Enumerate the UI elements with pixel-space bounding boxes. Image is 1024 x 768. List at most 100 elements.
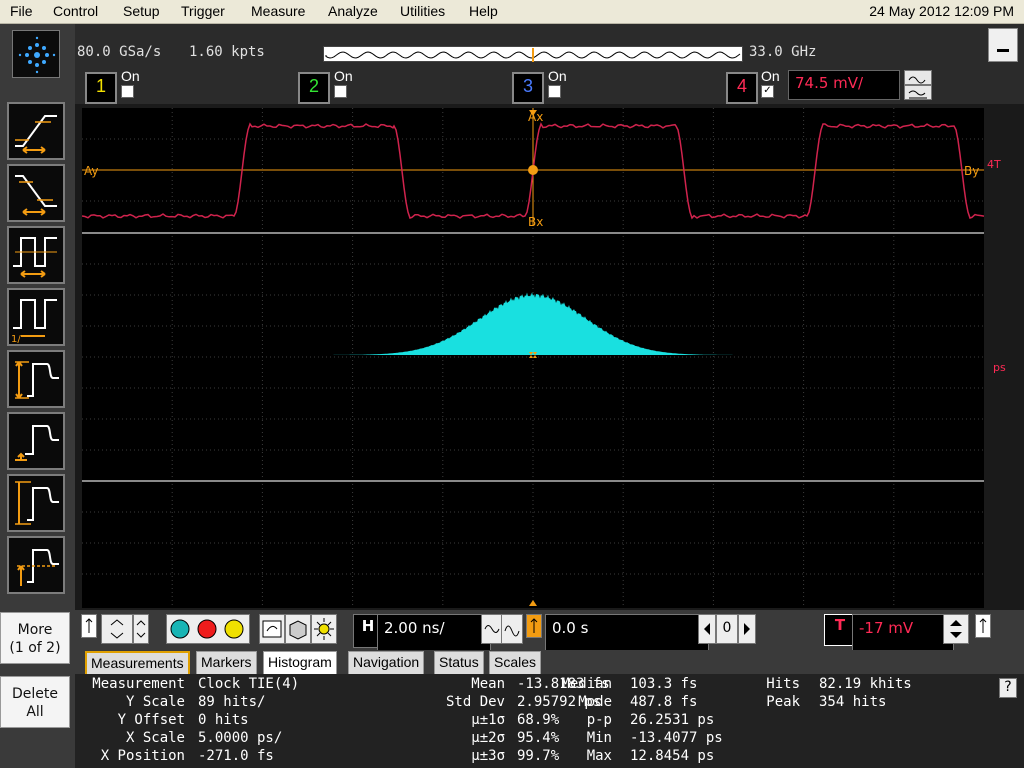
sigma2-key: μ±2σ bbox=[471, 730, 505, 746]
channel-4-button[interactable]: 4 bbox=[726, 72, 758, 104]
cyan-color-button[interactable] bbox=[170, 619, 190, 639]
delete-label: Delete bbox=[12, 686, 58, 702]
delay-left-button[interactable] bbox=[698, 614, 716, 644]
timebase-control-row: H 2.00 ns/ 0.0 s 0 T -17 mV bbox=[75, 610, 1024, 652]
measurement-value: Clock TIE(4) bbox=[198, 676, 300, 692]
max-value: 12.8454 ps bbox=[630, 748, 715, 764]
rise-time-icon bbox=[15, 115, 57, 154]
fall-time-button[interactable] bbox=[7, 164, 65, 222]
mode-value: 487.8 fs bbox=[630, 694, 698, 710]
ac-coupling-button[interactable] bbox=[904, 70, 932, 85]
horizontal-coarse-button[interactable] bbox=[501, 614, 523, 644]
menu-setup[interactable]: Setup bbox=[123, 3, 160, 19]
sample-rate: 80.0 GSa/s bbox=[77, 44, 162, 60]
more-label: More bbox=[17, 622, 53, 638]
marker-ax-label: Ax bbox=[528, 110, 543, 124]
dc-coupling-button[interactable] bbox=[904, 85, 932, 100]
amplitude-icon bbox=[15, 361, 59, 399]
frequency-button[interactable]: 1/ bbox=[7, 288, 65, 346]
histogram-ref-indicator[interactable]: ps bbox=[993, 361, 1006, 374]
trigger-ref-button[interactable] bbox=[975, 614, 991, 638]
measurement-key: Measurement bbox=[92, 676, 185, 692]
period-button[interactable] bbox=[7, 226, 65, 284]
vertical-ref-button[interactable] bbox=[81, 614, 97, 638]
median-key: Median bbox=[561, 676, 612, 692]
delay-zero-button[interactable]: 0 bbox=[716, 614, 738, 644]
sigma1-value: 68.9% bbox=[517, 712, 560, 728]
red-color-button[interactable] bbox=[197, 619, 217, 639]
channel-3-on-label: On bbox=[548, 68, 567, 84]
brightness-button[interactable] bbox=[311, 614, 337, 644]
delete-all-button[interactable]: Delete All bbox=[0, 676, 70, 728]
sigma1-key: μ±1σ bbox=[471, 712, 505, 728]
average-button[interactable] bbox=[7, 536, 65, 594]
amplitude-button[interactable] bbox=[7, 350, 65, 408]
marker-by-label: By bbox=[964, 164, 979, 178]
more-page-label: (1 of 2) bbox=[9, 640, 61, 656]
pp-key: p-p bbox=[586, 712, 612, 728]
channel-1-checkbox[interactable] bbox=[121, 85, 134, 98]
waveform-display[interactable]: Ax Bx Ay By bbox=[81, 108, 985, 608]
marker-intersection[interactable] bbox=[528, 165, 538, 175]
autoscale-button[interactable] bbox=[259, 614, 285, 644]
menu-utilities[interactable]: Utilities bbox=[400, 3, 445, 19]
delay-right-button[interactable] bbox=[738, 614, 756, 644]
channel-1-button[interactable]: 1 bbox=[85, 72, 117, 104]
menu-control[interactable]: Control bbox=[53, 3, 98, 19]
base-button[interactable] bbox=[7, 412, 65, 470]
more-button[interactable]: More (1 of 2) bbox=[0, 612, 70, 664]
double-chevron-icon bbox=[110, 619, 124, 639]
channel-4-scale-field[interactable]: 74.5 mV/ bbox=[788, 70, 900, 100]
chevron-up-down-icon bbox=[136, 620, 146, 638]
vertical-scale-stepper[interactable] bbox=[101, 614, 133, 644]
hits-value: 82.19 khits bbox=[819, 676, 912, 692]
period-icon bbox=[13, 237, 57, 278]
horizontal-fine-button[interactable] bbox=[481, 614, 503, 644]
channel-4-on-label: On bbox=[761, 68, 780, 84]
vpp-button[interactable] bbox=[7, 474, 65, 532]
menu-analyze[interactable]: Analyze bbox=[328, 3, 378, 19]
median-value: 103.3 fs bbox=[630, 676, 698, 692]
mode-key: Mode bbox=[578, 694, 612, 710]
yellow-color-button[interactable] bbox=[224, 619, 244, 639]
color-picker-group bbox=[166, 614, 250, 644]
triangle-up-down-icon bbox=[950, 620, 962, 638]
trigger-level-stepper[interactable] bbox=[943, 614, 969, 644]
std-dev-key: Std Dev bbox=[445, 694, 505, 710]
channel-4-checkbox[interactable]: ✓ bbox=[761, 85, 774, 98]
menu-bar: File Control Setup Trigger Measure Analy… bbox=[0, 0, 1024, 24]
cube-icon bbox=[289, 620, 307, 640]
x-position-key: X Position bbox=[100, 748, 185, 764]
wave-icon bbox=[504, 625, 520, 637]
menu-file[interactable]: File bbox=[10, 3, 33, 19]
refresh-icon bbox=[262, 620, 282, 638]
sine-icon bbox=[484, 625, 500, 633]
horizontal-delay-field[interactable]: 0.0 s bbox=[545, 614, 709, 652]
menu-trigger[interactable]: Trigger bbox=[181, 3, 225, 19]
help-button[interactable]: ? bbox=[999, 678, 1017, 698]
delay-ref-button[interactable] bbox=[526, 614, 542, 638]
timebase-overview-bar[interactable] bbox=[323, 46, 743, 62]
channel-2-on-label: On bbox=[334, 68, 353, 84]
rise-time-button[interactable] bbox=[7, 102, 65, 160]
frequency-icon: 1/ bbox=[11, 299, 57, 345]
min-key: Min bbox=[586, 730, 612, 746]
minimize-panel-button[interactable] bbox=[988, 28, 1018, 62]
vertical-fine-stepper[interactable] bbox=[133, 614, 149, 644]
menu-help[interactable]: Help bbox=[469, 3, 498, 19]
trigger-level-indicator[interactable]: 4T bbox=[987, 158, 1001, 171]
fall-time-icon bbox=[15, 175, 57, 216]
trigger-level-field[interactable]: -17 mV bbox=[852, 614, 954, 652]
channel-2-button[interactable]: 2 bbox=[298, 72, 330, 104]
marker-ay-label: Ay bbox=[84, 164, 99, 178]
y-offset-key: Y Offset bbox=[117, 712, 185, 728]
channel-3-button[interactable]: 3 bbox=[512, 72, 544, 104]
menu-measure[interactable]: Measure bbox=[251, 3, 305, 19]
channel-3-checkbox[interactable] bbox=[548, 85, 561, 98]
horizontal-scale-field[interactable]: 2.00 ns/ bbox=[377, 614, 491, 652]
cube-button[interactable] bbox=[285, 614, 311, 644]
average-icon bbox=[17, 549, 59, 586]
agilent-logo-icon[interactable] bbox=[12, 30, 60, 78]
channel-2-checkbox[interactable] bbox=[334, 85, 347, 98]
base-icon bbox=[15, 425, 59, 461]
